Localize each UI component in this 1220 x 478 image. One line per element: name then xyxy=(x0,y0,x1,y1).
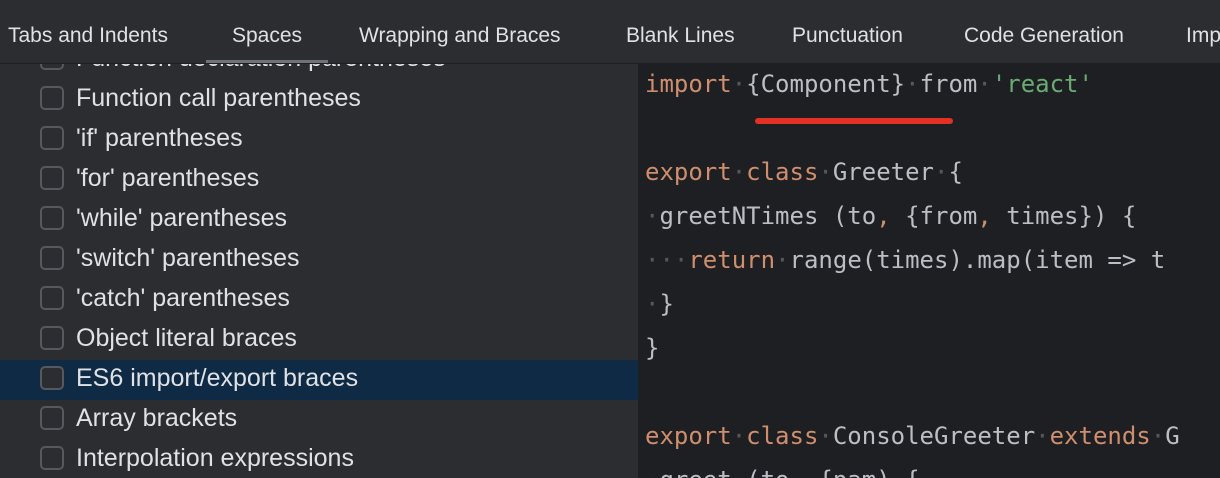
option-label: Function call parentheses xyxy=(76,84,361,112)
option-row[interactable]: 'switch' parentheses xyxy=(0,240,638,280)
option-row[interactable]: Function call parentheses xyxy=(0,80,638,120)
code-text: , xyxy=(876,202,891,230)
code-text: from xyxy=(919,70,978,98)
keyword: return xyxy=(688,246,776,274)
option-checkbox[interactable] xyxy=(40,126,64,150)
option-checkbox[interactable] xyxy=(40,206,64,230)
option-row[interactable]: 'for' parentheses xyxy=(0,160,638,200)
option-label: Array brackets xyxy=(76,404,238,432)
code-line: ·greetNTimes (to, {from, times}) { xyxy=(645,202,1137,230)
code-line: } xyxy=(645,334,659,362)
option-checkbox[interactable] xyxy=(40,166,64,190)
settings-tabbar: Tabs and Indents Spaces Wrapping and Bra… xyxy=(0,0,1220,64)
code-line: ·} xyxy=(645,290,674,318)
code-preview: import·{Component}·from·'react' export·c… xyxy=(640,64,1220,478)
code-line: export·class·Greeter·{ xyxy=(645,158,963,186)
code-text: times}) { xyxy=(991,202,1137,230)
option-label: 'switch' parentheses xyxy=(76,244,300,272)
code-text: , xyxy=(977,202,992,230)
option-checkbox[interactable] xyxy=(40,246,64,270)
code-line: ·greet (to, {nam) { xyxy=(645,466,920,478)
tab-tabs-and-indents[interactable]: Tabs and Indents xyxy=(8,0,168,63)
option-row[interactable]: Function declaration parentheses xyxy=(0,64,638,80)
code-line: ···return·range(times).map(item => t xyxy=(645,246,1166,274)
keyword: class xyxy=(746,158,819,186)
code-text: range(times).map(item => t xyxy=(789,246,1166,274)
code-line: import·{Component}·from·'react' xyxy=(645,70,1093,98)
code-text: Greeter xyxy=(832,158,935,186)
option-checkbox[interactable] xyxy=(40,406,64,430)
code-text: } xyxy=(659,290,674,318)
code-line: export·class·ConsoleGreeter·extends·G xyxy=(645,422,1180,450)
spaces-options-list: Function declaration parentheses Functio… xyxy=(0,64,638,478)
option-label: 'for' parentheses xyxy=(76,164,260,192)
option-checkbox[interactable] xyxy=(40,86,64,110)
tab-blank-lines[interactable]: Blank Lines xyxy=(626,0,735,63)
option-checkbox[interactable] xyxy=(40,446,64,470)
keyword: import xyxy=(645,70,732,98)
code-text: G xyxy=(1165,422,1180,450)
code-text: } xyxy=(645,334,660,362)
option-row-selected[interactable]: ES6 import/export braces xyxy=(0,360,638,400)
option-checkbox[interactable] xyxy=(40,286,64,310)
option-row[interactable]: 'while' parentheses xyxy=(0,200,638,240)
option-label: ES6 import/export braces xyxy=(76,364,359,392)
keyword: class xyxy=(746,422,819,450)
option-label: Function declaration parentheses xyxy=(76,64,446,76)
tab-imports[interactable]: Imp xyxy=(1186,0,1220,63)
keyword: export xyxy=(645,158,732,186)
highlight-underline xyxy=(755,118,953,124)
import-braces: {Component} xyxy=(746,70,906,98)
option-label: Object literal braces xyxy=(76,324,297,352)
option-row[interactable]: 'catch' parentheses xyxy=(0,280,638,320)
string-literal: 'react' xyxy=(991,70,1093,98)
option-label: Interpolation expressions xyxy=(76,444,354,472)
option-row[interactable]: Interpolation expressions xyxy=(0,440,638,478)
option-checkbox[interactable] xyxy=(40,326,64,350)
keyword: export xyxy=(645,422,732,450)
tab-spaces[interactable]: Spaces xyxy=(205,0,329,63)
code-text: {from xyxy=(890,202,978,230)
code-text: ConsoleGreeter xyxy=(832,422,1036,450)
tab-punctuation[interactable]: Punctuation xyxy=(792,0,903,63)
code-text: greetNTimes (to xyxy=(659,202,877,230)
option-row[interactable]: Array brackets xyxy=(0,400,638,440)
code-text: greet (to, {nam) { xyxy=(659,466,919,478)
option-row[interactable]: Object literal braces xyxy=(0,320,638,360)
option-checkbox[interactable] xyxy=(40,366,64,390)
keyword: extends xyxy=(1049,422,1151,450)
code-text: { xyxy=(948,158,963,186)
option-label: 'while' parentheses xyxy=(76,204,288,232)
option-checkbox[interactable] xyxy=(40,64,64,70)
option-label: 'if' parentheses xyxy=(76,124,243,152)
option-label: 'catch' parentheses xyxy=(76,284,290,312)
tab-wrapping-and-braces[interactable]: Wrapping and Braces xyxy=(359,0,561,63)
tab-code-generation[interactable]: Code Generation xyxy=(964,0,1124,63)
option-row[interactable]: 'if' parentheses xyxy=(0,120,638,160)
